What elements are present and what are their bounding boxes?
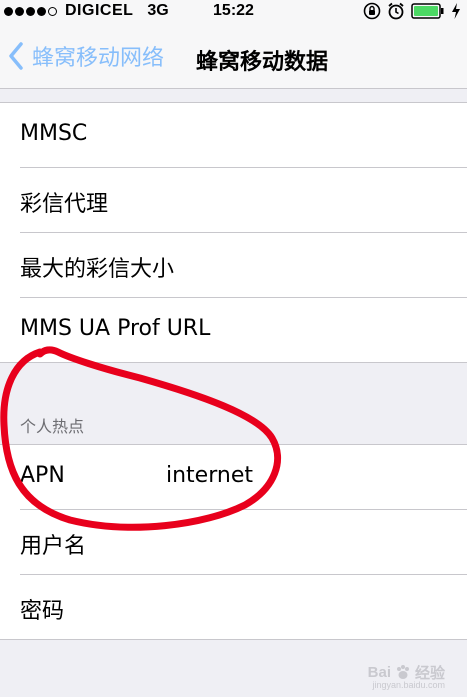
chevron-left-icon [9, 42, 23, 70]
back-button[interactable]: 蜂窝移动网络 [8, 38, 164, 74]
mms-ua-prof-url-label: MMS UA Prof URL [20, 316, 211, 341]
mms-max-size-label: 最大的彩信大小 [20, 257, 175, 282]
hotspot-section-header: 个人热点 [20, 417, 85, 436]
apn-row[interactable]: APN internet [20, 445, 467, 510]
mms-ua-prof-url-row[interactable]: MMS UA Prof URL [20, 298, 467, 362]
mms-proxy-label: 彩信代理 [20, 192, 109, 217]
back-button-label: 蜂窝移动网络 [32, 46, 165, 71]
hotspot-settings-group: APN internet 用户名 密码 [0, 444, 467, 640]
mms-proxy-row[interactable]: 彩信代理 [20, 168, 467, 233]
apn-value[interactable]: internet [166, 463, 253, 488]
paw-icon [396, 664, 409, 679]
watermark-brand: Bai [367, 664, 391, 681]
mms-settings-group: MMSC 彩信代理 最大的彩信大小 MMS UA Prof URL [0, 102, 467, 363]
password-row[interactable]: 密码 [20, 575, 467, 639]
apn-label: APN [20, 463, 65, 488]
watermark-site: jingyan.baidu.com [372, 680, 445, 690]
mms-max-size-row[interactable]: 最大的彩信大小 [20, 233, 467, 298]
username-row[interactable]: 用户名 [20, 510, 467, 575]
username-label: 用户名 [20, 534, 87, 559]
password-label: 密码 [20, 599, 65, 624]
page-title: 蜂窝移动数据 [196, 50, 329, 75]
navigation-bar: 蜂窝移动网络 蜂窝移动数据 [0, 22, 467, 89]
mmsc-label: MMSC [20, 121, 88, 146]
baidu-watermark: Bai 经验 jingyan.baidu.com [367, 662, 445, 690]
status-bar: DIGICEL 3G 15:22 [0, 0, 467, 22]
mmsc-row[interactable]: MMSC [20, 103, 467, 168]
